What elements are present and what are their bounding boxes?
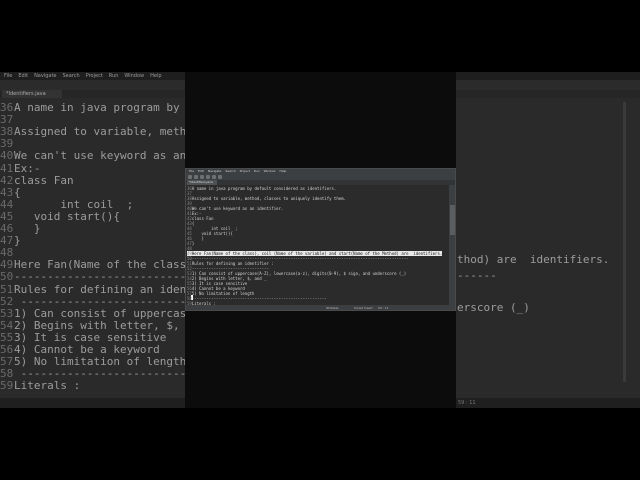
bg-menu-edit: Edit xyxy=(18,73,29,79)
bg-editor-tab: *Identifiers.java xyxy=(2,90,62,98)
bg-menu-help: Help xyxy=(150,73,162,79)
bg-line-text: A name in java program by defa xyxy=(14,101,213,114)
bg-menu-search: Search xyxy=(62,73,80,79)
bg-code-line: 36A name in java program by defa xyxy=(0,100,213,116)
bg-code-line: 59Literals : xyxy=(0,378,80,394)
run-icon[interactable] xyxy=(212,175,216,179)
code-line: 38Assigned to variable, method, classes … xyxy=(187,196,346,201)
line-text: Assigned to variable, method, classes to… xyxy=(191,196,346,201)
new-file-icon[interactable] xyxy=(188,175,192,179)
save-icon[interactable] xyxy=(194,175,198,179)
editor-window: File Edit Navigate Search Project Run Wi… xyxy=(185,168,456,311)
bg-menu-run: Run xyxy=(108,73,119,79)
bg-code-line: 38Assigned to variable, method, xyxy=(0,124,213,140)
bg-status-position: 59 : 11 xyxy=(458,400,476,406)
bg-menu-navigate: Navigate xyxy=(34,73,57,79)
scrollbar-thumb[interactable] xyxy=(450,205,455,235)
bg-scrollbar xyxy=(623,102,626,382)
bg-right-line-53: erscore (_) xyxy=(457,301,530,314)
bg-line-text: Literals : xyxy=(14,379,81,393)
bg-line-text: Assigned to variable, method, xyxy=(14,125,213,139)
bg-menu-file: File xyxy=(4,73,13,79)
bg-line-text: class Fan xyxy=(14,173,74,187)
bg-line-text: We can't use keyword as an ide xyxy=(14,149,213,163)
bg-menu-project: Project xyxy=(85,73,103,79)
line-text: Literals : xyxy=(191,301,216,306)
status-writable: Writable xyxy=(326,306,339,310)
vertical-scrollbar[interactable] xyxy=(449,185,455,305)
print-icon[interactable] xyxy=(200,175,204,179)
status-bar: Writable Smart Insert 59 : 11 xyxy=(186,305,455,310)
bg-right-line-50: ------ xyxy=(457,269,497,282)
code-line: 59Literals : xyxy=(187,301,216,306)
bg-menu-bar: File Edit Navigate Search Project Run Wi… xyxy=(0,72,185,80)
search-icon[interactable] xyxy=(218,175,222,179)
bg-right-line-49: thod) are identifiers. xyxy=(457,253,610,266)
line-text: A name in java program by default consid… xyxy=(191,186,337,191)
bg-line-text: } xyxy=(14,234,21,248)
bg-menu-window: Window xyxy=(124,73,145,79)
status-insert-mode: Smart Insert xyxy=(354,306,373,310)
code-line: 36A name in java program by default cons… xyxy=(187,186,336,191)
line-text: We can't use keyword as an identifier. xyxy=(191,206,284,211)
bg-line-number: 59 xyxy=(0,379,14,393)
line-text: } xyxy=(191,241,195,246)
line-text: class Fan xyxy=(191,216,214,221)
debug-icon[interactable] xyxy=(206,175,210,179)
status-cursor-position: 59 : 11 xyxy=(378,306,389,310)
